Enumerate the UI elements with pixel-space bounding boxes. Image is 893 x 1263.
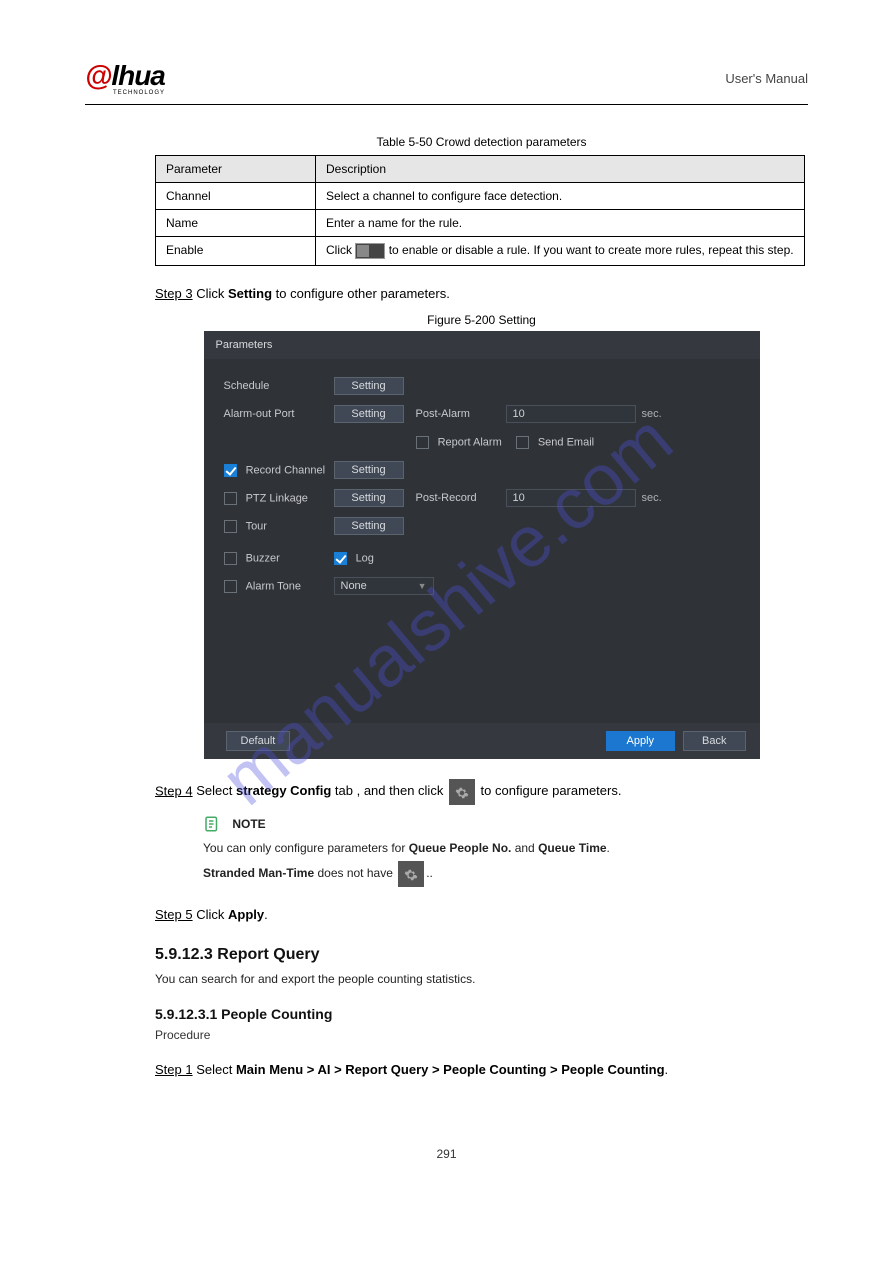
label-log: Log: [356, 552, 374, 564]
cell-desc: Select a channel to configure face detec…: [316, 183, 805, 210]
alarm-out-setting-button[interactable]: Setting: [334, 405, 404, 423]
step-1: Step 1 Select Main Menu > AI > Report Qu…: [155, 1062, 808, 1077]
table-caption: Table 5-50 Crowd detection parameters: [155, 135, 808, 149]
header-title: User's Manual: [205, 71, 808, 86]
label-post-alarm: Post-Alarm: [416, 408, 506, 420]
log-checkbox[interactable]: [334, 552, 347, 565]
back-button[interactable]: Back: [683, 731, 745, 751]
label-record-channel: Record Channel: [246, 464, 326, 476]
subsection-title: 5.9.12.3.1 People Counting: [155, 1006, 808, 1022]
note-title: NOTE: [232, 817, 265, 831]
table-row: Channel Select a channel to configure fa…: [156, 183, 805, 210]
section-body: You can search for and export the people…: [155, 970, 808, 988]
step-label: Step 1: [155, 1062, 193, 1077]
cell-param: Channel: [156, 183, 316, 210]
unit-sec: sec.: [642, 408, 662, 420]
step-4: Step 4 Select strategy Config tab , and …: [155, 779, 808, 805]
step-label: Step 5: [155, 907, 193, 922]
label-report-alarm: Report Alarm: [438, 436, 502, 448]
alarm-tone-checkbox[interactable]: [224, 580, 237, 593]
step-text: Click Setting to configure other paramet…: [196, 286, 450, 301]
step-text: Select Main Menu > AI > Report Query > P…: [196, 1062, 668, 1077]
buzzer-checkbox[interactable]: [224, 552, 237, 565]
note-block: NOTE You can only configure parameters f…: [203, 815, 808, 887]
parameters-dialog: Parameters Schedule Setting Alarm-out Po…: [204, 331, 760, 759]
header-divider: [85, 104, 808, 105]
gear-icon: [449, 779, 475, 805]
text: to enable or disable a rule. If you want…: [389, 243, 794, 257]
tour-checkbox[interactable]: [224, 520, 237, 533]
chevron-down-icon: ▼: [418, 581, 427, 591]
apply-button[interactable]: Apply: [606, 731, 676, 751]
report-alarm-checkbox[interactable]: [416, 436, 429, 449]
step-text: Select strategy Config tab , and then cl…: [196, 783, 621, 798]
header-row: @lhua TECHNOLOGY User's Manual: [85, 60, 808, 96]
dialog-title: Parameters: [204, 331, 760, 359]
cell-desc: Enter a name for the rule.: [316, 210, 805, 237]
label-post-record: Post-Record: [416, 492, 506, 504]
label-alarm-out: Alarm-out Port: [224, 408, 334, 420]
step-5: Step 5 Click Apply.: [155, 907, 808, 922]
step-label: Step 4: [155, 783, 193, 798]
dropdown-value: None: [341, 580, 367, 592]
cell-param: Name: [156, 210, 316, 237]
th-description: Description: [316, 156, 805, 183]
page-number: 291: [85, 1147, 808, 1161]
default-button[interactable]: Default: [226, 731, 291, 751]
table-row: Enable Click to enable or disable a rule…: [156, 237, 805, 266]
send-email-checkbox[interactable]: [516, 436, 529, 449]
unit-sec: sec.: [642, 492, 662, 504]
brand-logo: @lhua TECHNOLOGY: [85, 60, 205, 96]
ptz-linkage-checkbox[interactable]: [224, 492, 237, 505]
label-buzzer: Buzzer: [246, 552, 280, 564]
label-send-email: Send Email: [538, 436, 594, 448]
step-3: Step 3 Click Setting to configure other …: [155, 286, 808, 301]
label-tour: Tour: [246, 520, 267, 532]
step-text: Click Apply.: [196, 907, 268, 922]
label-schedule: Schedule: [224, 380, 334, 392]
procedure-title: Procedure: [155, 1028, 808, 1042]
cell-param: Enable: [156, 237, 316, 266]
tour-setting-button[interactable]: Setting: [334, 517, 404, 535]
label-alarm-tone: Alarm Tone: [246, 580, 301, 592]
th-parameter: Parameter: [156, 156, 316, 183]
cell-desc: Click to enable or disable a rule. If yo…: [316, 237, 805, 266]
post-alarm-input[interactable]: [506, 405, 636, 423]
figure-caption: Figure 5-200 Setting: [155, 313, 808, 327]
section-title: 5.9.12.3 Report Query: [155, 946, 808, 964]
parameter-table: Parameter Description Channel Select a c…: [155, 155, 805, 266]
table-row: Name Enter a name for the rule.: [156, 210, 805, 237]
schedule-setting-button[interactable]: Setting: [334, 377, 404, 395]
note-icon: [203, 815, 223, 835]
text: Click: [326, 243, 355, 257]
step-label: Step 3: [155, 286, 193, 301]
toggle-icon: [355, 243, 385, 259]
ptz-setting-button[interactable]: Setting: [334, 489, 404, 507]
alarm-tone-dropdown[interactable]: None ▼: [334, 577, 434, 595]
gear-icon: [398, 861, 424, 887]
record-channel-setting-button[interactable]: Setting: [334, 461, 404, 479]
record-channel-checkbox[interactable]: [224, 464, 237, 477]
label-ptz: PTZ Linkage: [246, 492, 308, 504]
post-record-input[interactable]: [506, 489, 636, 507]
